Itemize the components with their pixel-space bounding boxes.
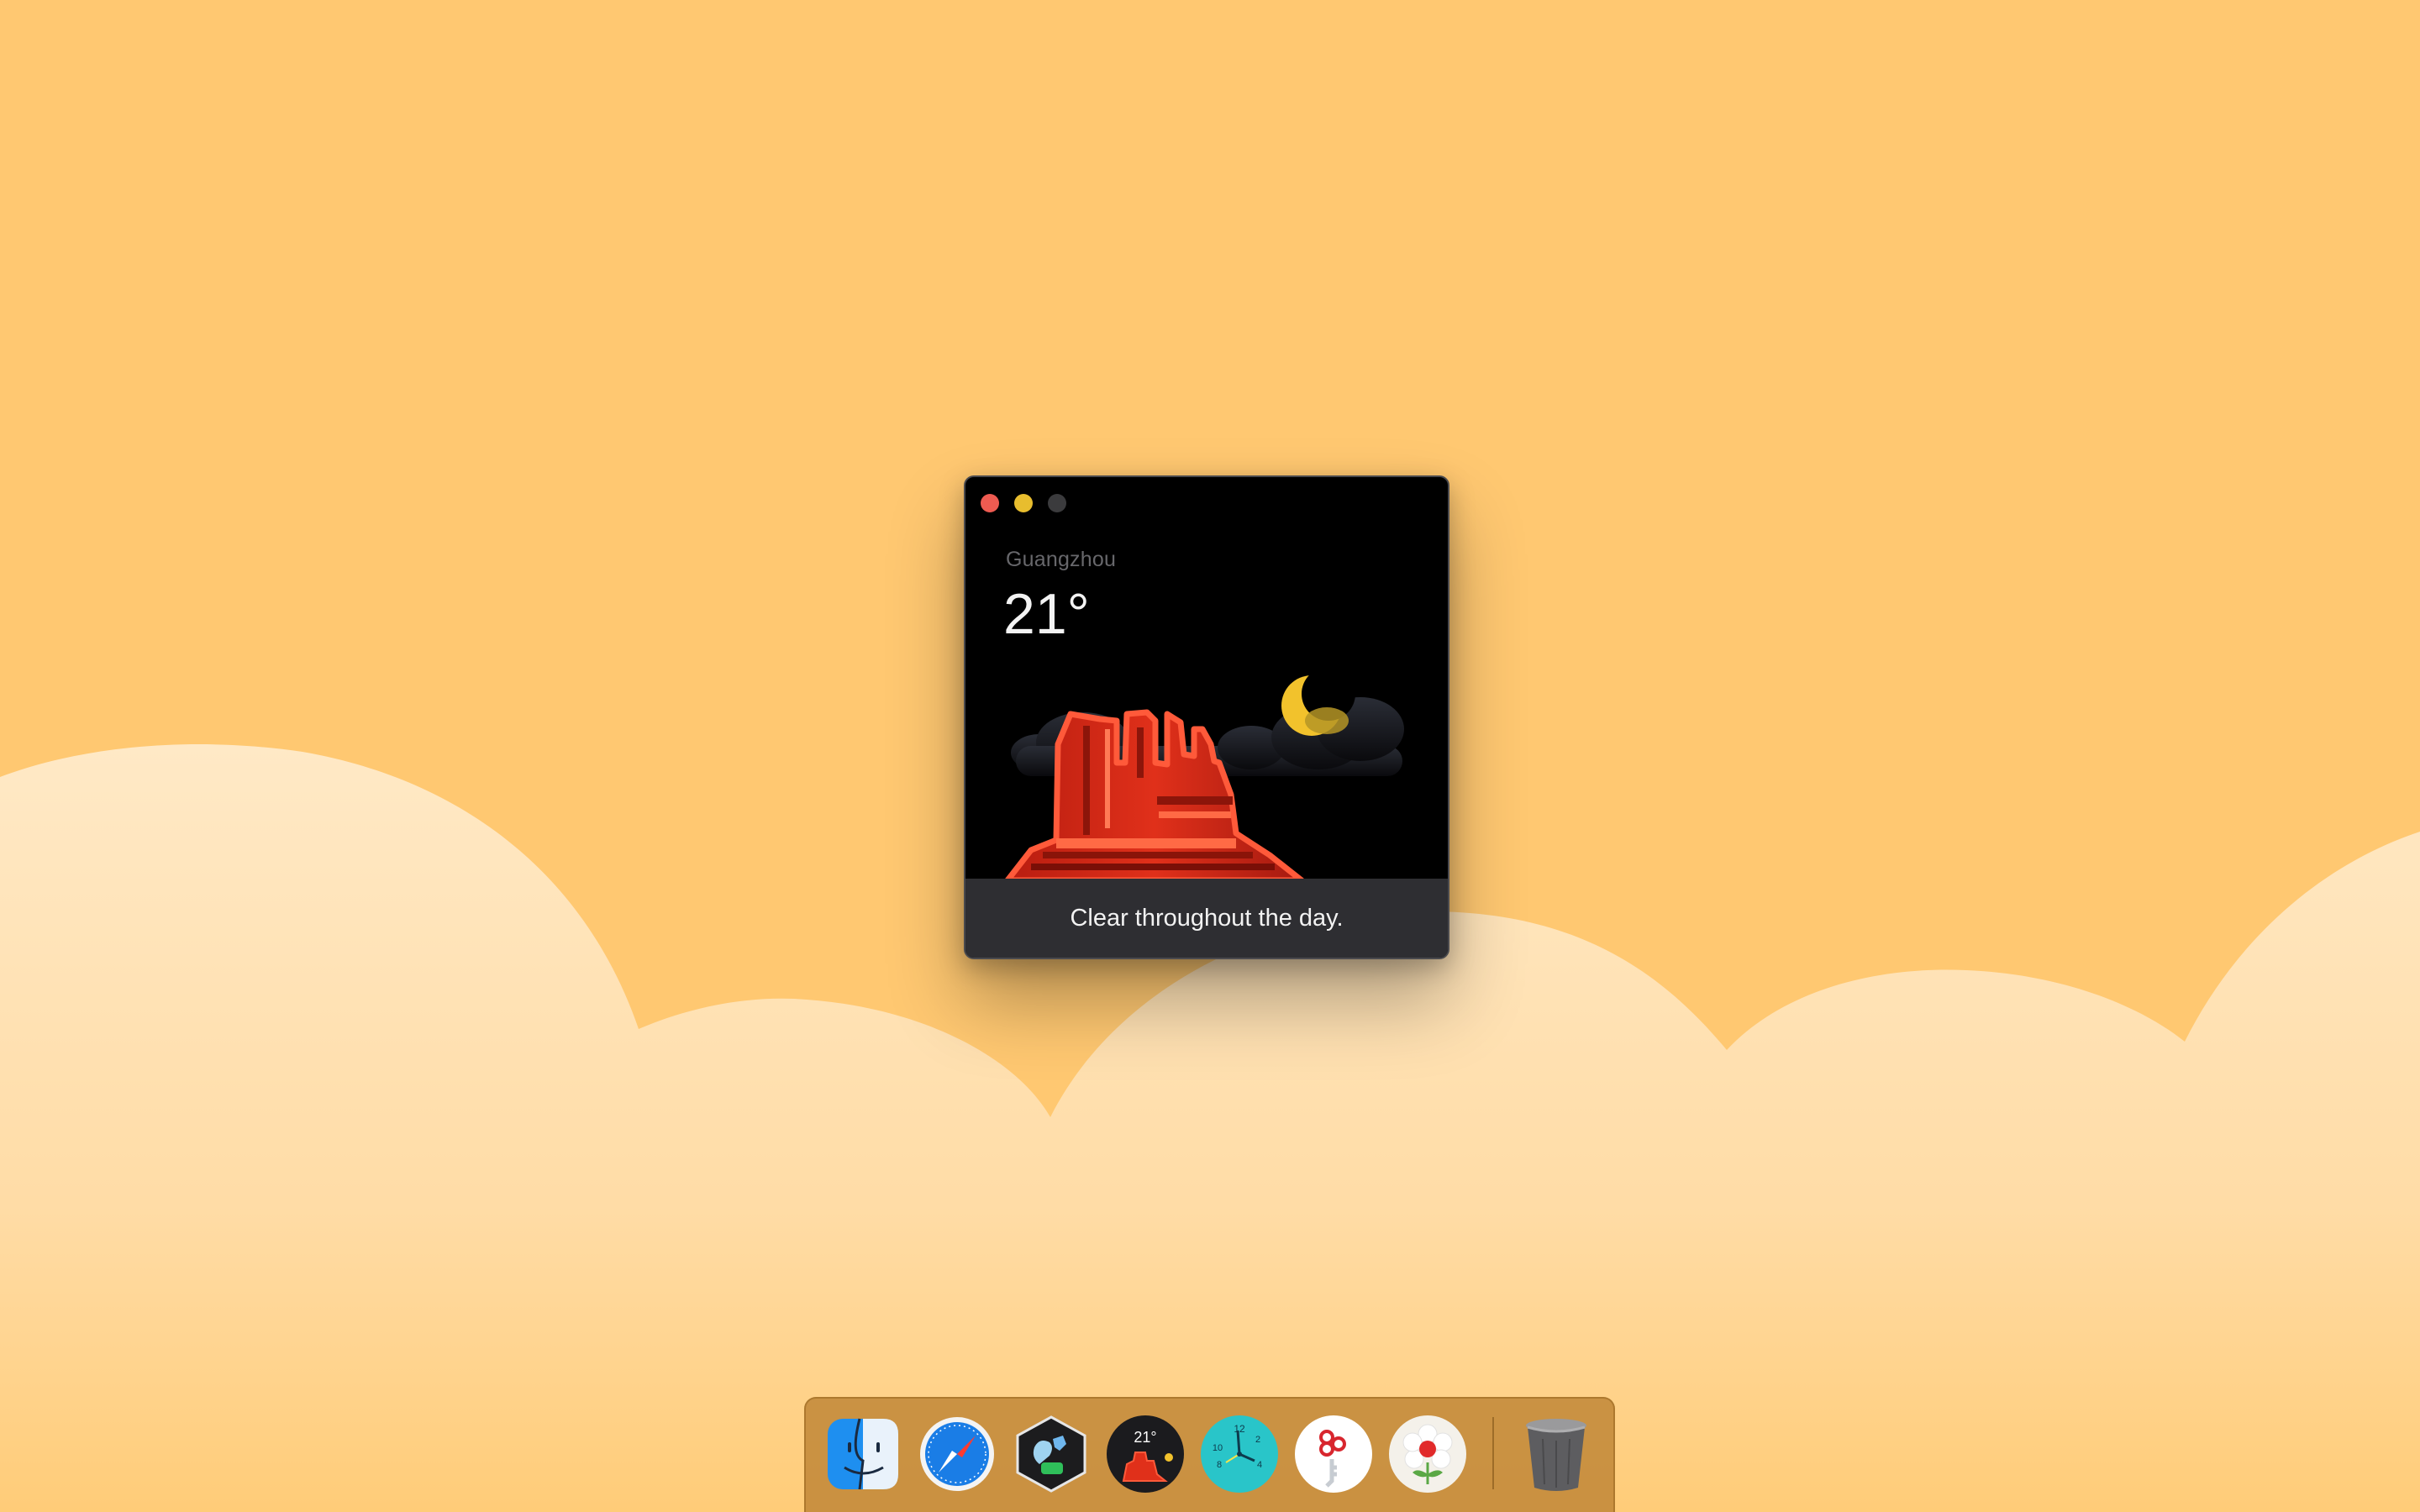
clock-app-icon[interactable]: 12 2 4 8 10 (1199, 1414, 1280, 1494)
svg-text:10: 10 (1213, 1443, 1223, 1453)
svg-text:4: 4 (1257, 1460, 1262, 1470)
svg-text:12: 12 (1234, 1423, 1245, 1435)
condition-text: Clear throughout the day. (1070, 904, 1344, 932)
trash-icon[interactable] (1516, 1414, 1597, 1494)
weather-scene (1004, 667, 1404, 880)
city-name: Guangzhou (1006, 548, 1117, 571)
dock-divider (1492, 1417, 1494, 1489)
finder-icon[interactable] (823, 1414, 903, 1494)
svg-text:8: 8 (1217, 1460, 1222, 1470)
weather-window[interactable]: Guangzhou 21° Clear throughout the day. (964, 475, 1449, 959)
keychain-icon[interactable] (1293, 1414, 1374, 1494)
desktop: Guangzhou 21° Clear throughout the day. (0, 0, 2420, 1512)
safari-icon[interactable] (917, 1414, 997, 1494)
minimize-button[interactable] (1014, 494, 1033, 512)
close-button[interactable] (981, 494, 999, 512)
moon-icon (1281, 667, 1355, 736)
svg-text:2: 2 (1255, 1435, 1260, 1445)
zoom-button[interactable] (1048, 494, 1066, 512)
condition-bar: Clear throughout the day. (965, 879, 1448, 958)
current-temperature: 21° (1003, 582, 1090, 646)
dock: 21° 12 2 4 8 10 (804, 1397, 1615, 1512)
weather-app-icon[interactable]: 21° (1105, 1414, 1186, 1494)
app-icon[interactable] (1011, 1414, 1092, 1494)
flower-app-icon[interactable] (1387, 1414, 1468, 1494)
weather-badge: 21° (1134, 1429, 1156, 1446)
